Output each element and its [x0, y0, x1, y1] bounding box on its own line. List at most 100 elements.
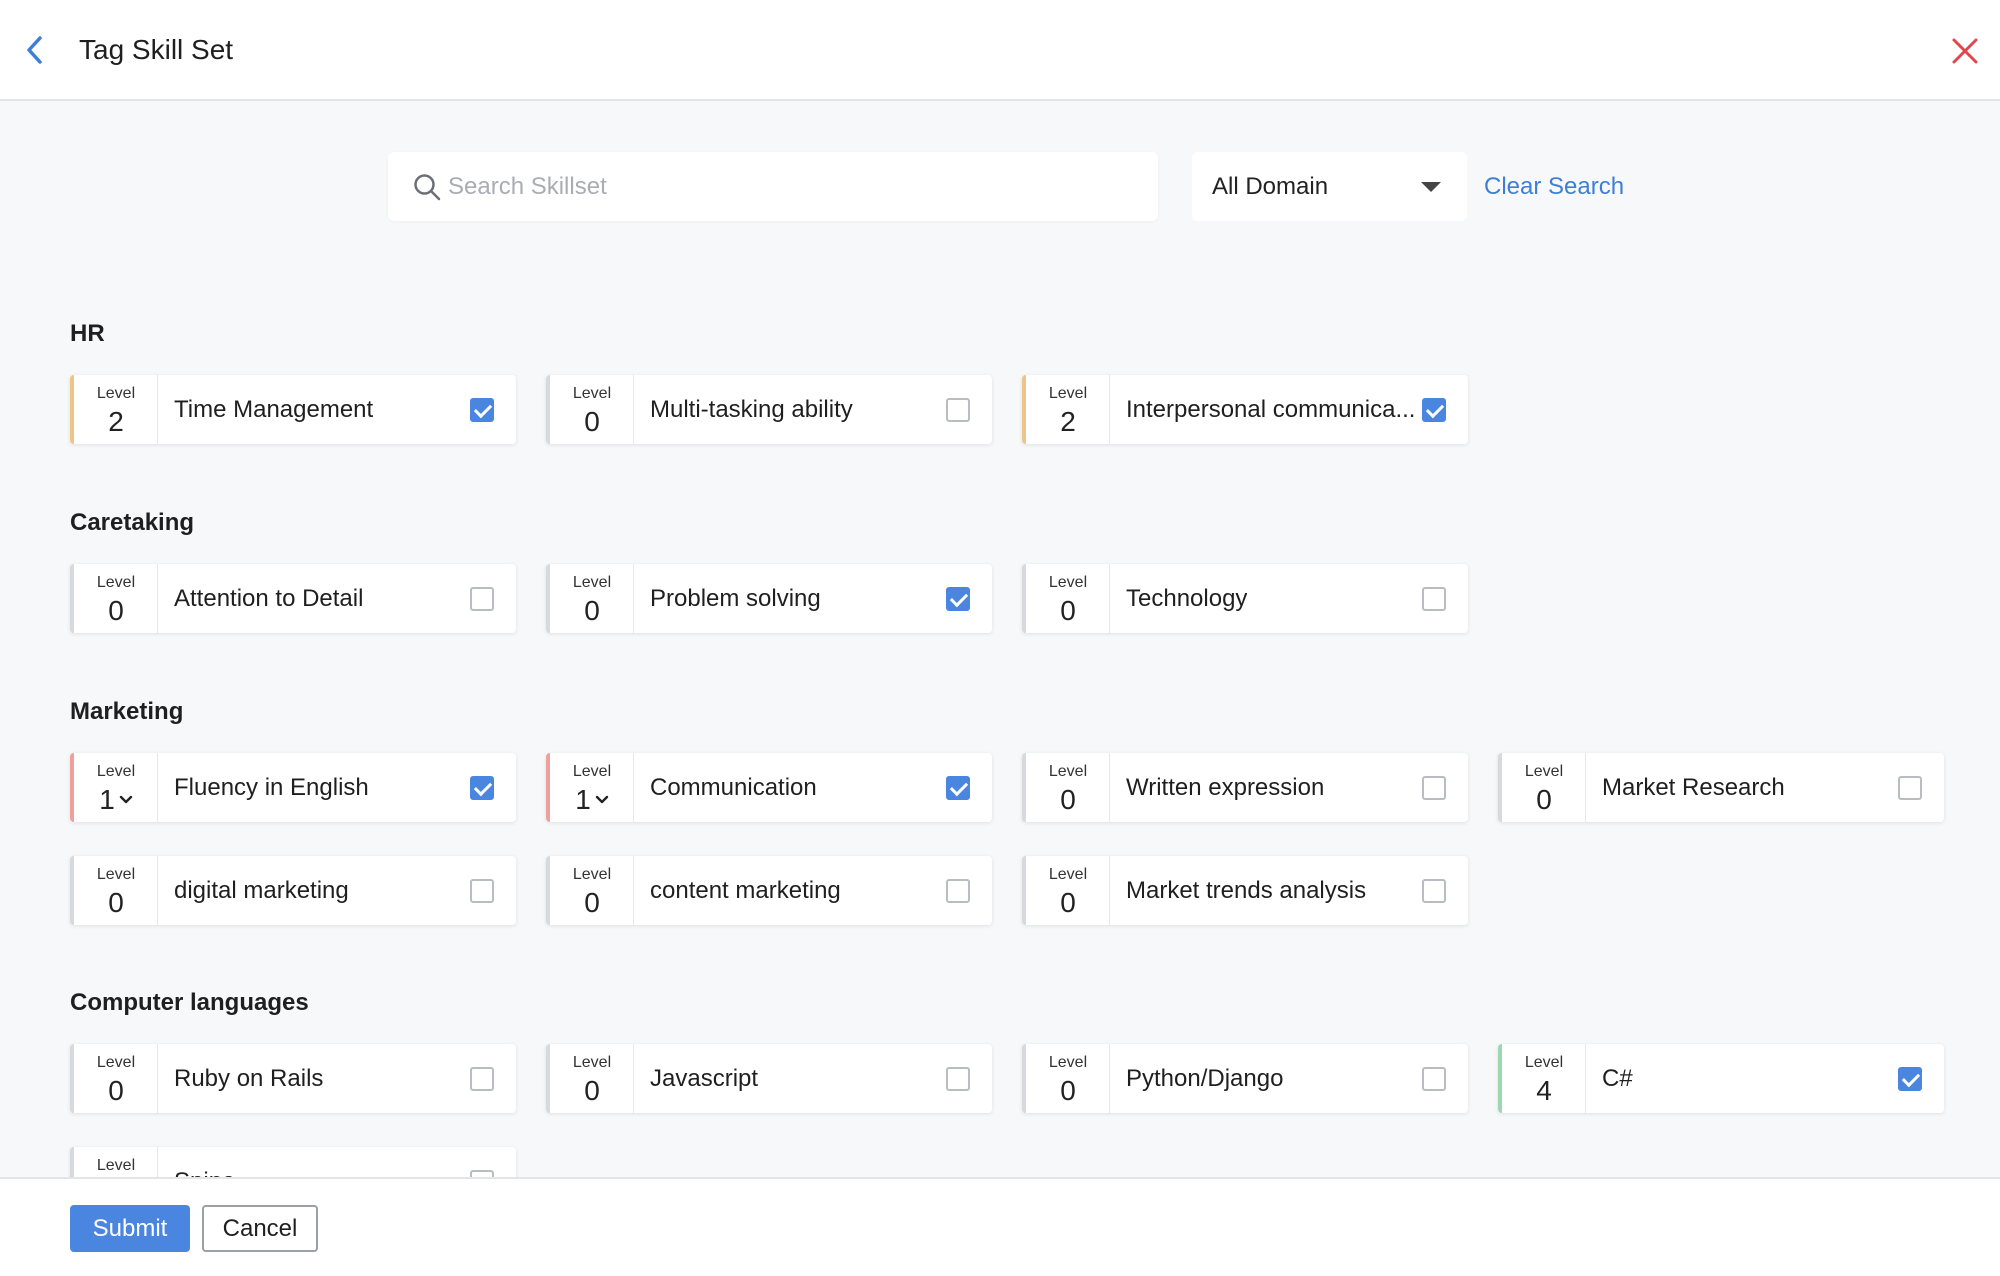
skill-card[interactable]: Level 0 Multi-tasking ability: [546, 375, 992, 444]
skill-level: Level 2: [74, 375, 158, 444]
skill-content[interactable]: All Domain Clear Search HR Level 2 Time Man…: [0, 103, 2000, 1177]
section-title: HR: [70, 320, 105, 347]
caret-down-icon: [1421, 182, 1441, 192]
skill-name: Communication: [650, 774, 817, 801]
skill-checkbox[interactable]: [1422, 879, 1446, 903]
domain-select[interactable]: All Domain: [1192, 152, 1467, 221]
skill-level: Level 0: [74, 1044, 158, 1113]
skill-checkbox[interactable]: [470, 398, 494, 422]
skill-level[interactable]: Level 1: [74, 753, 158, 822]
back-button[interactable]: [20, 30, 52, 70]
skill-name: Time Management: [174, 396, 374, 423]
skill-card[interactable]: Level 2 Time Management: [70, 375, 516, 444]
skill-level: Level 2: [1026, 375, 1110, 444]
skill-card[interactable]: Level 4 C#: [1498, 1044, 1944, 1113]
level-number: 0: [1060, 1075, 1076, 1106]
submit-button[interactable]: Submit: [70, 1205, 190, 1252]
close-button[interactable]: [1948, 34, 1982, 68]
level-label: Level: [1048, 866, 1088, 883]
skill-card[interactable]: Level 0 content marketing: [546, 856, 992, 925]
level-label: Level: [1048, 574, 1088, 591]
clear-search-link[interactable]: Clear Search: [1484, 152, 1624, 221]
skill-card[interactable]: Level 0 digital marketing: [70, 856, 516, 925]
skill-checkbox[interactable]: [946, 1067, 970, 1091]
level-label: Level: [1048, 763, 1088, 780]
level-number: 0: [108, 887, 124, 918]
skill-card[interactable]: Level 1 Fluency in English: [70, 753, 516, 822]
skill-checkbox[interactable]: [1898, 776, 1922, 800]
skill-checkbox[interactable]: [1422, 398, 1446, 422]
level-number: 0: [584, 1075, 600, 1106]
skill-level: Level 0: [1026, 753, 1110, 822]
level-number: 0: [584, 595, 600, 626]
search-box: [388, 152, 1158, 221]
skill-level: Level 0: [550, 856, 634, 925]
level-number: 0: [1536, 784, 1552, 815]
level-number: 4: [1536, 1075, 1552, 1106]
skill-checkbox[interactable]: [946, 776, 970, 800]
skill-name: Attention to Detail: [174, 585, 364, 612]
level-number: 0: [584, 887, 600, 918]
skill-name: Interpersonal communica...: [1126, 396, 1416, 423]
skill-name: Javascript: [650, 1065, 759, 1092]
skill-name: Market trends analysis: [1126, 877, 1367, 904]
skill-checkbox[interactable]: [946, 587, 970, 611]
level-label: Level: [572, 866, 612, 883]
level-label: Level: [1524, 763, 1564, 780]
skill-name: Spine: [174, 1147, 235, 1177]
skill-checkbox[interactable]: [470, 879, 494, 903]
chevron-down-icon[interactable]: [119, 792, 133, 809]
level-value[interactable]: 1: [74, 783, 158, 818]
skill-level: Level 0: [1026, 564, 1110, 633]
skill-checkbox[interactable]: [1422, 776, 1446, 800]
skill-name: content marketing: [650, 877, 841, 904]
skill-card[interactable]: Level 0 Technology: [1022, 564, 1468, 633]
level-value: 0: [1502, 783, 1586, 817]
skill-name: Written expression: [1126, 774, 1325, 801]
cancel-button[interactable]: Cancel: [202, 1205, 318, 1252]
skill-checkbox[interactable]: [1422, 1067, 1446, 1091]
skill-card[interactable]: Level 0 Market Research: [1498, 753, 1944, 822]
skill-level: Level 0: [550, 564, 634, 633]
level-label: Level: [572, 1054, 612, 1071]
level-value[interactable]: 1: [550, 783, 634, 818]
level-value: 0: [550, 1074, 634, 1108]
chevron-down-icon[interactable]: [595, 792, 609, 809]
skill-card[interactable]: Level 2 Interpersonal communica...: [1022, 375, 1468, 444]
skill-checkbox[interactable]: [470, 1170, 494, 1177]
level-value: 4: [1502, 1074, 1586, 1108]
level-number: 0: [584, 406, 600, 437]
skill-checkbox[interactable]: [946, 398, 970, 422]
skill-checkbox[interactable]: [1898, 1067, 1922, 1091]
skill-name: Fluency in English: [174, 774, 369, 801]
skill-checkbox[interactable]: [1422, 587, 1446, 611]
skill-card[interactable]: Level 0 Attention to Detail: [70, 564, 516, 633]
skill-card[interactable]: Level 0 Market trends analysis: [1022, 856, 1468, 925]
skill-checkbox[interactable]: [470, 776, 494, 800]
search-input[interactable]: [448, 152, 1138, 221]
level-value: 0: [1026, 1074, 1110, 1108]
level-label: Level: [96, 1054, 136, 1071]
skill-card[interactable]: Level 1 Communication: [546, 753, 992, 822]
skill-card[interactable]: Level 0 Python/Django: [1022, 1044, 1468, 1113]
skill-level: Level 0: [1026, 1044, 1110, 1113]
skill-card[interactable]: Level 0 Ruby on Rails: [70, 1044, 516, 1113]
skill-name: Market Research: [1602, 774, 1785, 801]
skill-checkbox[interactable]: [470, 587, 494, 611]
level-number: 0: [1060, 887, 1076, 918]
chevron-left-icon: [27, 36, 42, 64]
level-label: Level: [1524, 1054, 1564, 1071]
skill-level: Level 0: [550, 1044, 634, 1113]
skill-checkbox[interactable]: [946, 879, 970, 903]
skill-card[interactable]: Level 0 Written expression: [1022, 753, 1468, 822]
skill-card[interactable]: Level 0 Problem solving: [546, 564, 992, 633]
skill-level[interactable]: Level 1: [550, 753, 634, 822]
level-label: Level: [572, 574, 612, 591]
skill-checkbox[interactable]: [470, 1067, 494, 1091]
level-value: 0: [1026, 886, 1110, 920]
skill-name: C#: [1602, 1065, 1633, 1092]
skill-card[interactable]: Level0 Spine: [70, 1147, 516, 1177]
skill-card[interactable]: Level 0 Javascript: [546, 1044, 992, 1113]
level-value: 0: [550, 886, 634, 920]
level-number: 1: [99, 784, 115, 815]
